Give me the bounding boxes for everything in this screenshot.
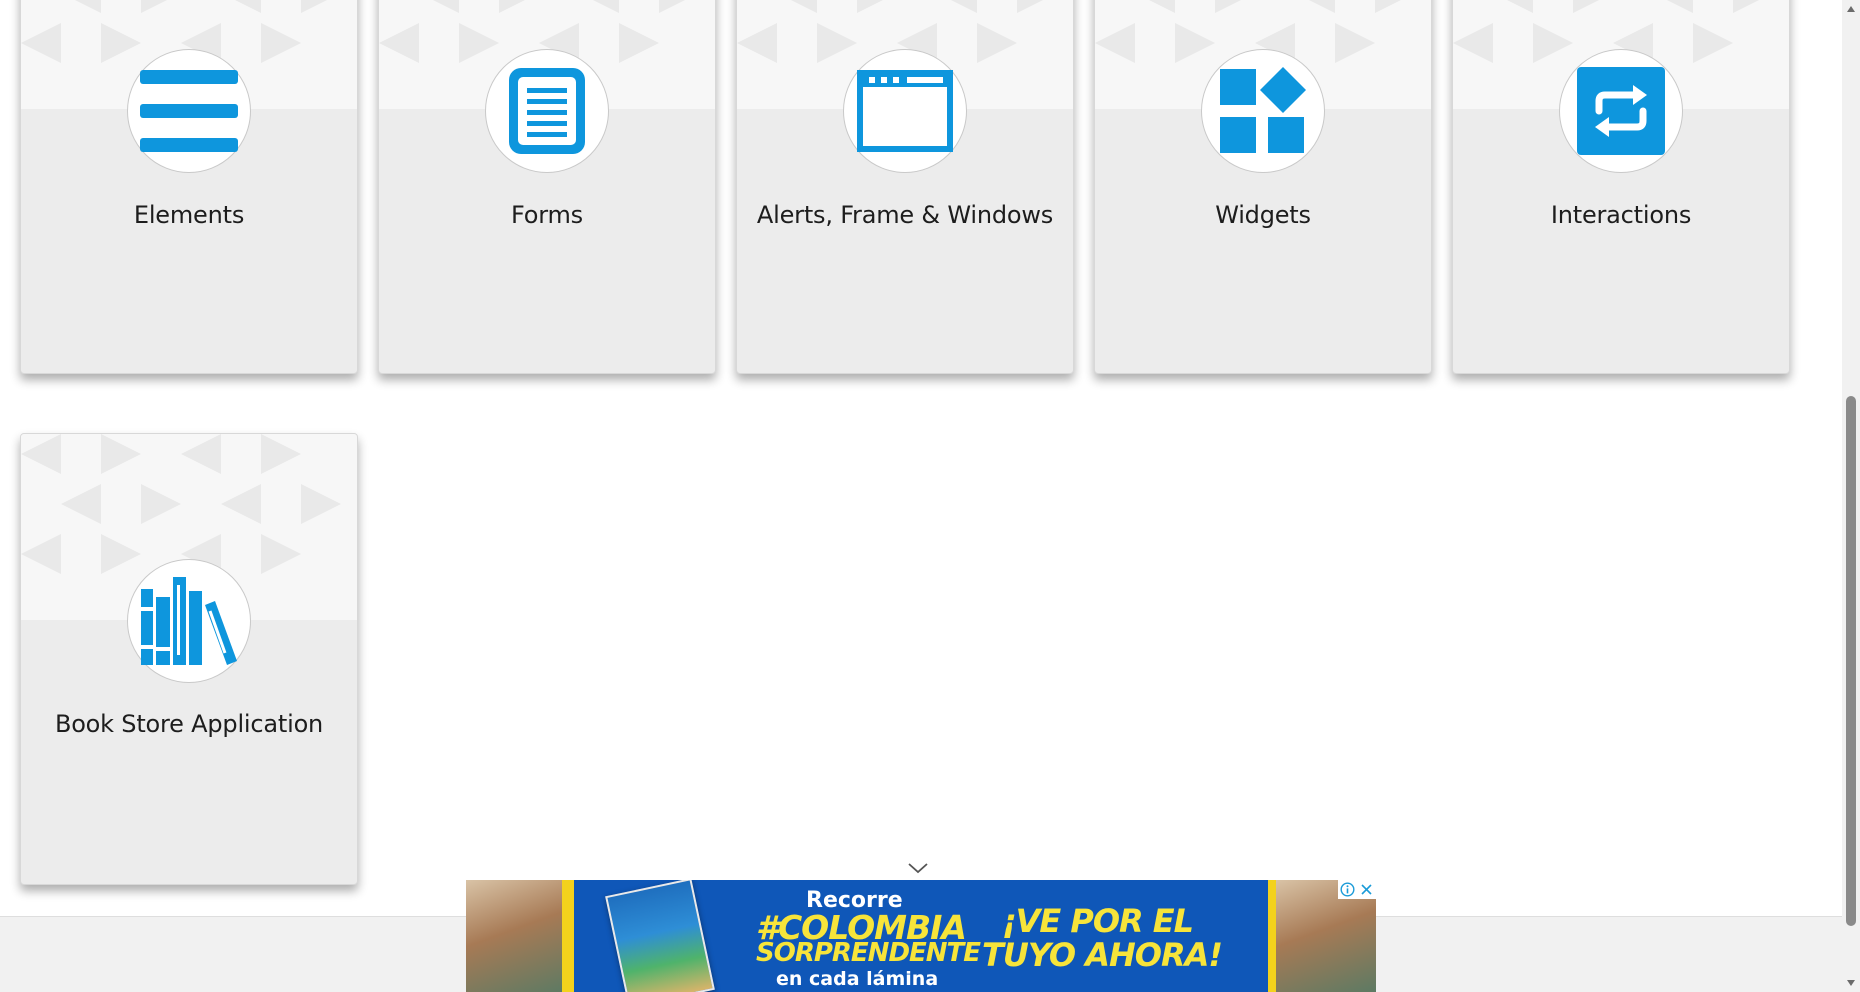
card-title: Widgets bbox=[1215, 201, 1311, 229]
document-list-icon bbox=[509, 68, 585, 154]
alerts-icon-circle bbox=[843, 49, 967, 173]
browser-window-icon bbox=[857, 70, 953, 152]
card-alerts-frame-windows[interactable]: Alerts, Frame & Windows bbox=[736, 0, 1074, 374]
ad-controls bbox=[1338, 880, 1376, 899]
interactions-icon-circle bbox=[1559, 49, 1683, 173]
hamburger-lines-icon bbox=[140, 70, 238, 152]
ad-banner[interactable]: Recorre #COLOMBIA SORPRENDENTE en cada l… bbox=[466, 880, 1376, 992]
card-title: Interactions bbox=[1550, 201, 1692, 229]
ad-photo-left bbox=[466, 880, 566, 992]
close-icon[interactable] bbox=[1357, 880, 1376, 899]
card-elements[interactable]: Elements bbox=[20, 0, 358, 374]
card-interactions[interactable]: Interactions bbox=[1452, 0, 1790, 374]
scroll-up-arrow-icon[interactable] bbox=[1842, 0, 1860, 18]
forms-icon-circle bbox=[485, 49, 609, 173]
card-title: Forms bbox=[511, 201, 583, 229]
ad-cta-line1: ¡VE POR EL bbox=[1002, 902, 1194, 940]
scrollbar-thumb[interactable] bbox=[1846, 396, 1856, 926]
info-icon[interactable] bbox=[1338, 880, 1357, 899]
widgets-squares-icon bbox=[1220, 67, 1306, 153]
widgets-icon-circle bbox=[1201, 49, 1325, 173]
card-title: Elements bbox=[133, 201, 245, 229]
books-icon bbox=[141, 577, 237, 665]
ad-text-line3: SORPRENDENTE bbox=[756, 938, 981, 968]
card-title: Alerts, Frame & Windows bbox=[756, 201, 1054, 229]
swap-arrows-icon bbox=[1577, 67, 1665, 155]
card-title: Book Store Application bbox=[54, 710, 324, 738]
page-viewport: Elements Forms Alerts, Frame & Windows W… bbox=[0, 0, 1860, 992]
ad-yellow-stripe bbox=[562, 880, 574, 992]
book-store-icon-circle bbox=[127, 559, 251, 683]
ad-text-line4: en cada lámina bbox=[776, 968, 939, 990]
card-widgets[interactable]: Widgets bbox=[1094, 0, 1432, 374]
elements-icon-circle bbox=[127, 49, 251, 173]
card-forms[interactable]: Forms bbox=[378, 0, 716, 374]
ad-cta-line2: TUYO AHORA! bbox=[982, 936, 1223, 974]
card-book-store-application[interactable]: Book Store Application bbox=[20, 433, 358, 885]
vertical-scrollbar[interactable] bbox=[1842, 0, 1860, 992]
scroll-down-arrow-icon[interactable] bbox=[1842, 974, 1860, 992]
ad-sticker-card-image bbox=[605, 880, 715, 992]
ad-collapse-chevron-icon[interactable] bbox=[906, 860, 930, 876]
